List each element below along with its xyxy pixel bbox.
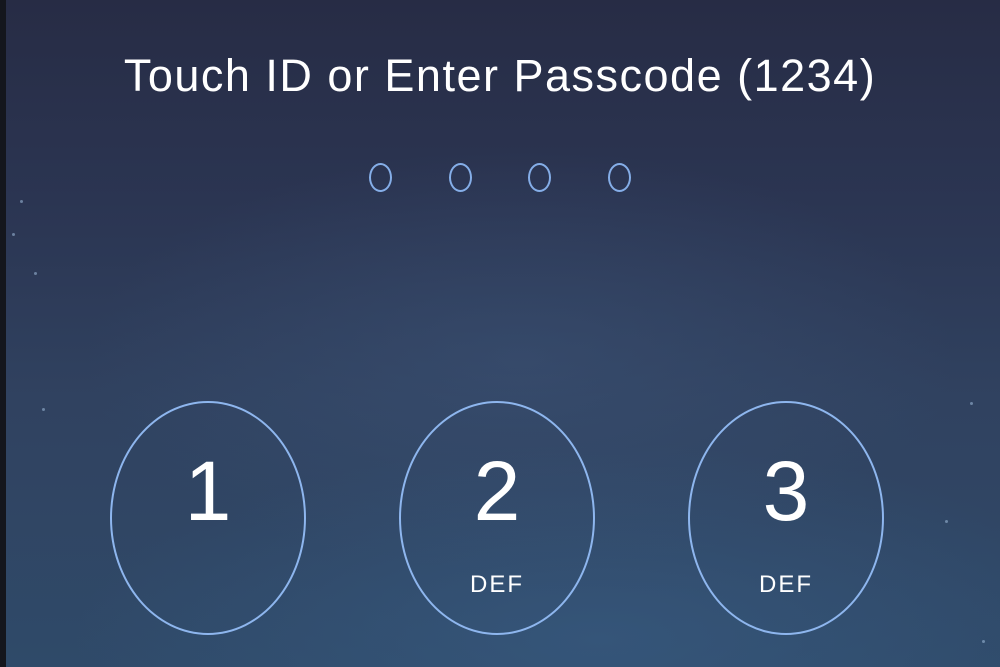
background-sparkle [12,233,15,236]
keypad-key-2[interactable]: 2 DEF [399,401,595,635]
key-digit: 1 [184,444,232,538]
background-sparkle [20,200,23,203]
passcode-dot-2 [449,163,472,192]
background-sparkle [945,520,948,523]
key-digit: 2 [473,444,521,538]
background-sparkle [34,272,37,275]
keypad-key-1[interactable]: 1 [110,401,306,635]
background-sparkle [970,402,973,405]
passcode-prompt-title: Touch ID or Enter Passcode (1234) [123,50,877,101]
passcode-dot-3 [528,163,551,192]
key-letters: DEF [470,571,524,598]
key-letters: DEF [759,571,813,598]
key-digit: 3 [762,444,810,538]
passcode-dot-4 [608,163,631,192]
passcode-dot-1 [369,163,392,192]
background-sparkle [42,408,45,411]
keypad-key-3[interactable]: 3 DEF [688,401,884,635]
background-sparkle [982,640,985,643]
passcode-dots [368,163,638,195]
